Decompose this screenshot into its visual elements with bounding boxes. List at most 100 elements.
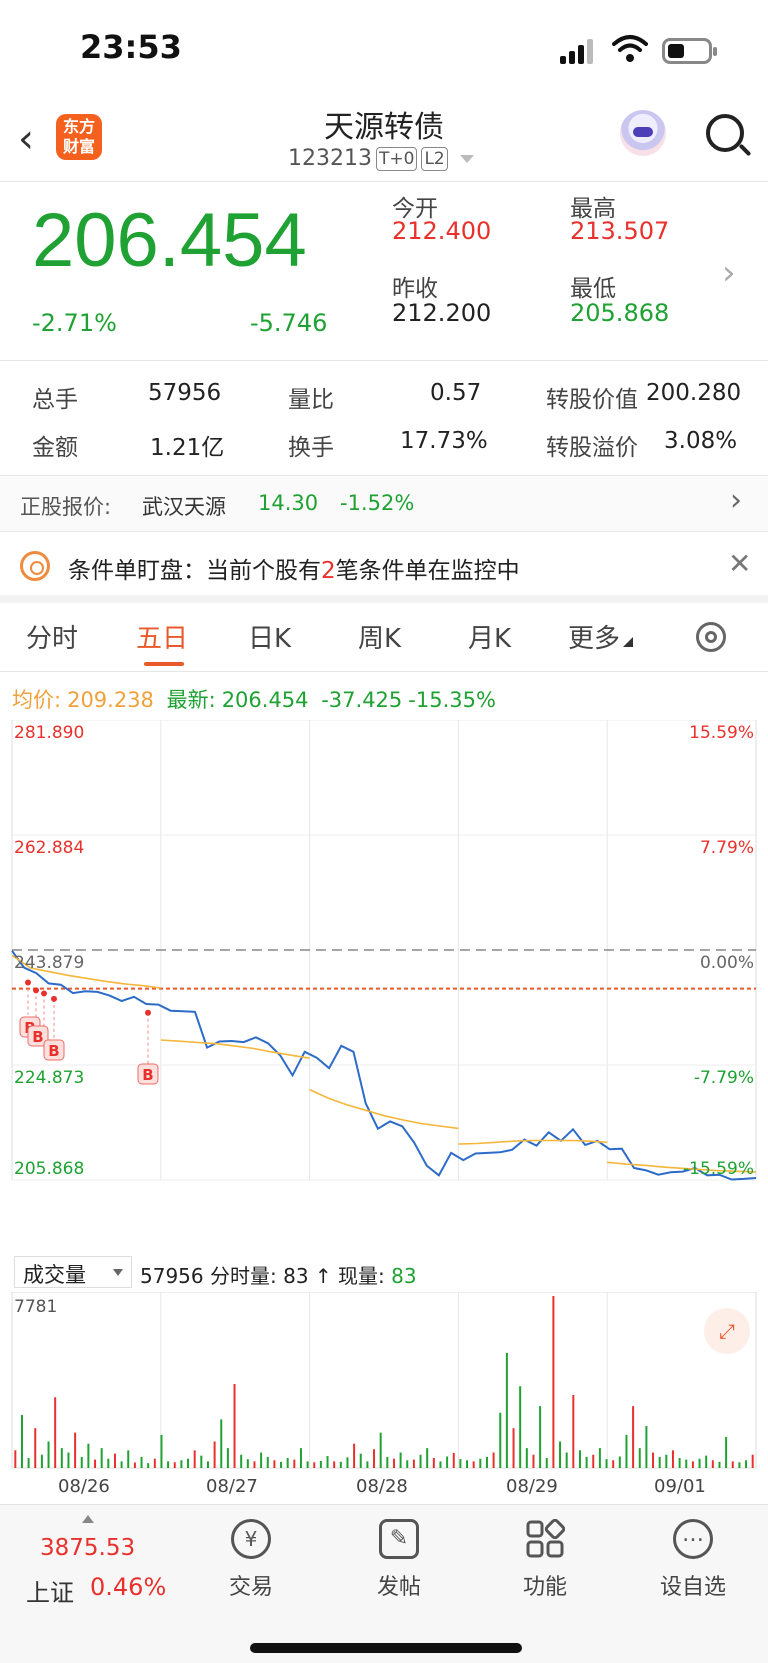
expand-chevron-icon[interactable]: › — [722, 253, 736, 293]
index-value[interactable]: 3875.53 — [40, 1535, 135, 1561]
index-up-arrow-icon[interactable] — [82, 1515, 94, 1523]
buy-marker-dot — [145, 1009, 151, 1016]
y-axis-label-left: 243.879 — [14, 953, 84, 973]
post-button[interactable]: ✎ 发帖 — [354, 1519, 444, 1601]
active-tab-indicator — [144, 662, 184, 666]
open-value: 212.400 — [392, 217, 492, 245]
underlying-price: 14.30 — [258, 491, 319, 515]
buy-marker-dot — [51, 995, 57, 1002]
function-button[interactable]: 功能 — [500, 1518, 590, 1601]
up-arrow-icon: ↑ — [314, 1264, 332, 1288]
premium-label: 转股溢价 — [546, 435, 638, 461]
more-caret-icon — [623, 637, 634, 647]
y-axis-label-left: 262.884 — [14, 838, 84, 858]
quote-panel: 206.454 -2.71% -5.746 今开 212.400 最高 213.… — [0, 183, 768, 361]
buy-marker-dot — [25, 979, 31, 986]
y-axis-label-left: 224.873 — [14, 1068, 84, 1088]
underlying-label: 正股报价: — [20, 495, 112, 519]
battery-icon — [662, 38, 717, 64]
volume-chart[interactable]: 7781 — [0, 1292, 768, 1474]
high-value: 213.507 — [570, 217, 670, 245]
index-percent[interactable]: 0.46% — [90, 1573, 166, 1601]
y-axis-label-left: 205.868 — [14, 1159, 84, 1179]
amount-label: 金额 — [32, 435, 78, 461]
tab-five-day[interactable]: 五日 — [136, 618, 188, 655]
average-price-line — [309, 1088, 459, 1130]
trade-button[interactable]: ¥ 交易 — [206, 1519, 296, 1601]
buy-marker-letter: B — [142, 1066, 153, 1084]
y-axis-label-right: 15.59% — [689, 723, 754, 743]
underlying-name: 武汉天源 — [142, 495, 226, 519]
banner-text: 条件单盯盘：当前个股有2笔条件单在监控中 — [68, 551, 520, 585]
code-dropdown-icon[interactable] — [459, 154, 474, 163]
date-label: 08/29 — [506, 1476, 558, 1497]
chart-info-line: 均价: 209.238 最新: 206.454 -37.425 -15.35% — [12, 684, 502, 714]
buy-marker-letter: B — [32, 1028, 43, 1046]
now-volume-label: 现量: — [338, 1264, 385, 1288]
underlying-stock-row[interactable]: 正股报价: 武汉天源 14.30 -1.52% › — [0, 477, 768, 532]
vol-ratio-value: 0.57 — [430, 380, 482, 406]
tab-weekly-k[interactable]: 周K — [358, 618, 401, 655]
date-label: 08/28 — [356, 1476, 408, 1497]
date-label: 08/26 — [58, 1476, 110, 1497]
volume-indicator-select[interactable]: 成交量 — [14, 1256, 132, 1288]
more-dots-icon: … — [673, 1519, 713, 1559]
assistant-robot-icon[interactable] — [620, 110, 666, 156]
y-axis-label-right: -15.59% — [683, 1159, 754, 1179]
last-price: 206.454 — [32, 198, 307, 283]
volume-total: 57956 — [140, 1264, 204, 1288]
yuan-exchange-icon: ¥ — [231, 1519, 271, 1559]
avg-label: 均价: — [12, 688, 62, 712]
tab-monthly-k[interactable]: 月K — [468, 618, 511, 655]
change-amount: -5.746 — [250, 309, 328, 337]
amount-value: 1.21亿 — [150, 435, 225, 461]
search-icon[interactable] — [706, 114, 744, 152]
y-axis-label-right: -7.79% — [694, 1068, 754, 1088]
conv-value-label: 转股价值 — [546, 387, 638, 413]
vol-ratio-label: 量比 — [288, 387, 334, 413]
condition-order-banner[interactable]: 条件单盯盘：当前个股有2笔条件单在监控中 ✕ — [0, 533, 768, 603]
date-label: 09/01 — [654, 1476, 706, 1497]
edit-post-icon: ✎ — [379, 1519, 419, 1559]
add-watchlist-button[interactable]: … 设自选 — [648, 1519, 738, 1601]
trade-label: 交易 — [228, 1575, 273, 1600]
home-indicator — [250, 1643, 522, 1653]
index-name[interactable]: 上证 — [26, 1573, 74, 1608]
underlying-change: -1.52% — [340, 491, 415, 515]
avg-value: 209.238 — [67, 688, 154, 712]
stock-code-row[interactable]: 123213 T+0 L2 — [288, 146, 474, 171]
tab-daily-k[interactable]: 日K — [248, 618, 291, 655]
buy-marker-dot — [33, 987, 39, 994]
volume-value: 57956 — [148, 380, 222, 406]
grid-apps-icon — [525, 1518, 566, 1559]
buy-marker-dot — [41, 990, 47, 997]
now-volume-value: 83 — [391, 1264, 417, 1288]
volume-header: 成交量 57956 分时量: 83 ↑ 现量: 83 — [0, 1256, 768, 1292]
tab-more[interactable]: 更多 — [568, 618, 634, 655]
date-label: 08/27 — [206, 1476, 258, 1497]
conv-value-value: 200.280 — [646, 380, 742, 406]
stats-panel: 总手 57956 量比 0.57 转股价值 200.280 金额 1.21亿 换… — [0, 362, 768, 476]
volume-frame — [11, 1292, 757, 1469]
volume-max-label: 7781 — [14, 1297, 57, 1317]
fullscreen-expand-icon[interactable]: ⤢ — [704, 1308, 750, 1354]
bar-volume-label: 分时量: — [209, 1264, 277, 1288]
latest-label: 最新: — [166, 688, 216, 712]
tab-more-label: 更多 — [568, 624, 621, 654]
prev-close-value: 212.200 — [392, 299, 492, 327]
turnover-label: 换手 — [288, 435, 334, 461]
watchlist-label: 设自选 — [659, 1575, 726, 1600]
tab-intraday[interactable]: 分时 — [26, 618, 78, 655]
prev-close-label: 昨收 — [392, 276, 438, 302]
price-chart[interactable]: BBBB281.89015.59%262.8847.79%243.8790.00… — [0, 720, 768, 1256]
function-label: 功能 — [522, 1575, 567, 1600]
close-icon[interactable]: ✕ — [728, 547, 751, 580]
banner-text-after: 笔条件单在监控中 — [335, 558, 520, 584]
l2-tag: L2 — [421, 146, 448, 171]
bar-volume-value: 83 — [283, 1264, 309, 1288]
banner-text-before: 条件单盯盘：当前个股有 — [68, 558, 321, 584]
gear-icon[interactable] — [696, 622, 726, 652]
y-axis-label-right: 0.00% — [700, 953, 754, 973]
status-bar: 23:53 — [0, 0, 768, 100]
premium-value: 3.08% — [664, 428, 738, 454]
